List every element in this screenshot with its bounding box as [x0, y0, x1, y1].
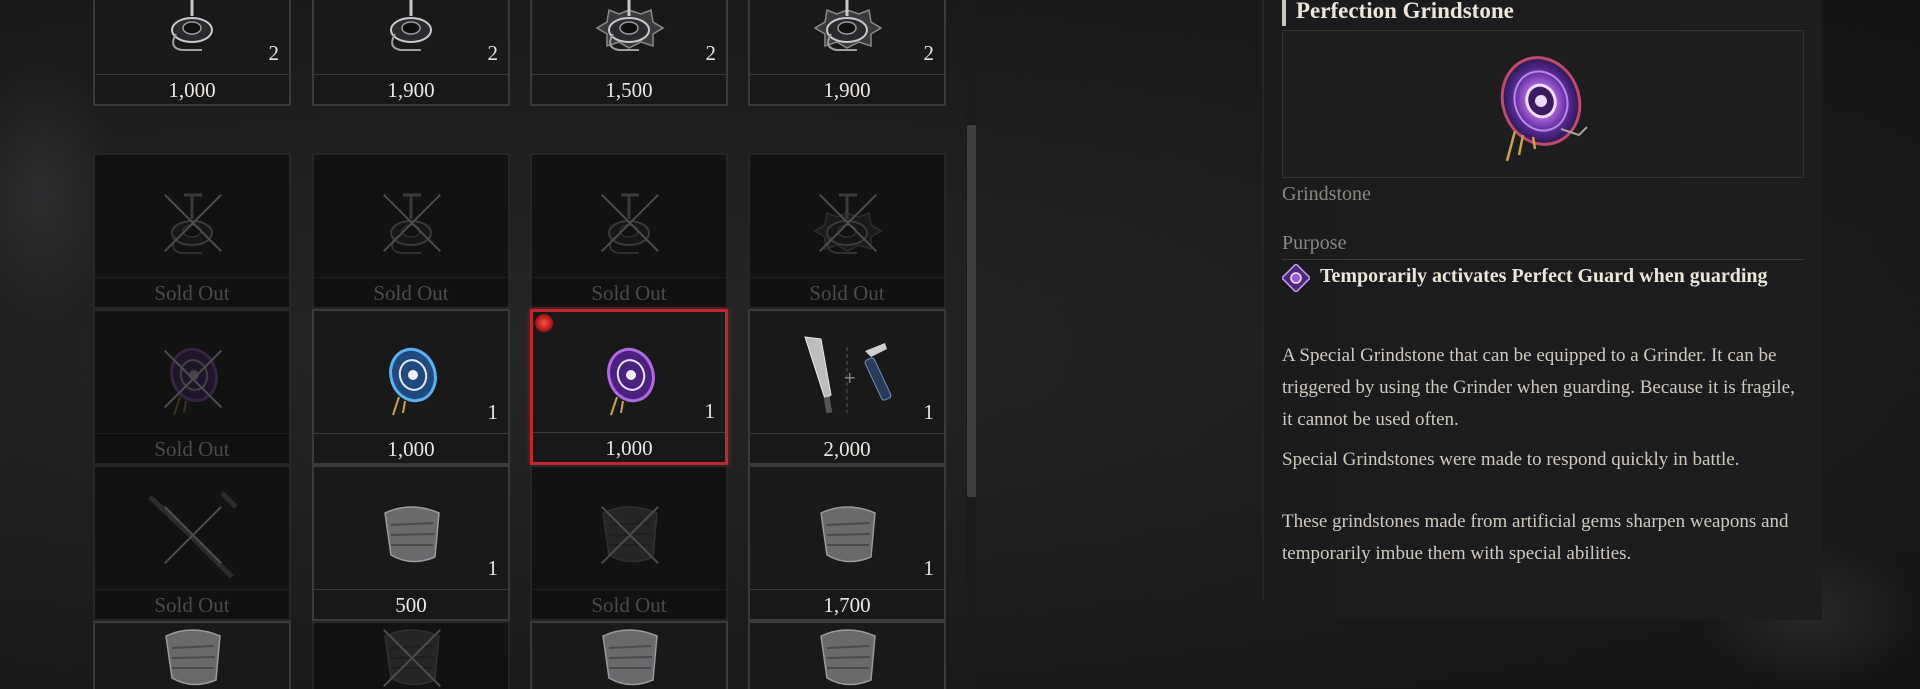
- armor-piece-icon: [750, 623, 944, 686]
- item-lore-2: These grindstones made from artificial g…: [1282, 511, 1789, 564]
- sold-out-label: Sold Out: [532, 277, 726, 307]
- shop-item-cell[interactable]: [93, 621, 291, 689]
- grinder-icon: [314, 0, 508, 74]
- item-price: 1,000: [533, 432, 725, 462]
- shop-item-cell[interactable]: 2 1,500: [530, 0, 728, 106]
- sold-out-cross-icon: [371, 618, 451, 689]
- item-lore-1: Special Grindstones were made to respond…: [1282, 449, 1740, 470]
- shop-item-cell[interactable]: Sold Out: [93, 153, 291, 309]
- item-description: A Special Grindstone that can be equippe…: [1282, 345, 1795, 430]
- item-image-box: [1282, 30, 1804, 178]
- item-price: 2,000: [750, 433, 944, 463]
- item-quantity: 2: [268, 41, 280, 65]
- shop-item-cell[interactable]: 1 1,000: [312, 309, 510, 465]
- item-quantity: 1: [704, 399, 716, 423]
- shop-item-cell[interactable]: Sold Out: [530, 153, 728, 309]
- sold-out-cross-icon: [807, 183, 887, 263]
- purpose-text: Temporarily activates Perfect Guard when…: [1320, 265, 1768, 287]
- item-title-bar: Perfection Grindstone: [1282, 0, 1514, 26]
- sold-out-label: Sold Out: [314, 277, 508, 307]
- item-category: Grindstone: [1282, 183, 1371, 205]
- shop-item-cell[interactable]: [312, 621, 510, 689]
- item-quantity: 1: [487, 400, 499, 424]
- sold-out-label: Sold Out: [95, 277, 289, 307]
- purpose-grindstone-icon: [1282, 264, 1310, 292]
- shop-item-cell[interactable]: Sold Out: [312, 153, 510, 309]
- shop-item-cell[interactable]: Sold Out: [748, 153, 946, 309]
- item-quantity: 2: [923, 41, 935, 65]
- item-price: 1,000: [95, 74, 289, 104]
- shop-item-cell[interactable]: Sold Out: [93, 309, 291, 465]
- purpose-divider: [1282, 259, 1804, 260]
- sold-out-cross-icon: [152, 495, 232, 575]
- item-title: Perfection Grindstone: [1296, 0, 1514, 23]
- item-price: 1,900: [314, 74, 508, 104]
- shop-item-cell[interactable]: 2 1,000: [93, 0, 291, 106]
- armor-piece-icon: [532, 623, 726, 686]
- shop-item-cell[interactable]: 2 1,900: [748, 0, 946, 106]
- blade-and-handle-icon: +: [750, 311, 944, 433]
- item-quantity: 2: [705, 41, 717, 65]
- spiked-grinder-icon: [532, 0, 726, 74]
- item-quantity: 1: [487, 556, 499, 580]
- shop-item-cell[interactable]: 2 1,900: [312, 0, 510, 106]
- item-quantity: 1: [923, 400, 935, 424]
- sold-out-cross-icon: [152, 339, 232, 419]
- shop-item-cell[interactable]: [530, 621, 728, 689]
- shop-item-cell[interactable]: 1 1,000: [530, 309, 728, 465]
- purple-grindstone-icon: [533, 312, 725, 432]
- sold-out-label: Sold Out: [750, 277, 944, 307]
- item-quantity: 2: [487, 41, 499, 65]
- purpose-label: Purpose: [1282, 232, 1347, 254]
- scrollbar-thumb[interactable]: [967, 125, 976, 497]
- armor-piece-icon: [750, 467, 944, 589]
- item-price: 1,900: [750, 74, 944, 104]
- sold-out-cross-icon: [152, 183, 232, 263]
- panel-divider: [1262, 0, 1264, 600]
- sold-out-cross-icon: [371, 183, 451, 263]
- blue-grindstone-icon: [314, 311, 508, 433]
- spiked-grinder-icon: [750, 0, 944, 74]
- armor-piece-icon: [314, 467, 508, 589]
- item-price: 1,500: [532, 74, 726, 104]
- perfection-grindstone-icon: [1500, 56, 1588, 162]
- sold-out-cross-icon: [589, 183, 669, 263]
- svg-text:+: +: [843, 368, 856, 387]
- shop-item-cell[interactable]: +1 2,000: [748, 309, 946, 465]
- sold-out-label: Sold Out: [95, 433, 289, 463]
- item-quantity: 1: [923, 556, 935, 580]
- armor-piece-icon: [95, 623, 289, 686]
- shop-item-cell[interactable]: [748, 621, 946, 689]
- sold-out-cross-icon: [589, 495, 669, 575]
- selection-marker-icon: [535, 314, 553, 332]
- grinder-icon: [95, 0, 289, 74]
- item-price: 1,000: [314, 433, 508, 463]
